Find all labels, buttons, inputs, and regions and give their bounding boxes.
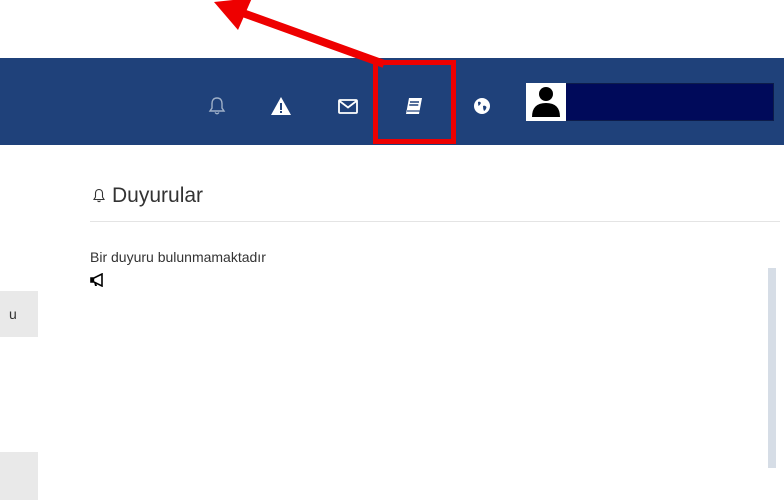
book-icon[interactable] — [403, 95, 425, 117]
warning-icon[interactable] — [270, 95, 292, 117]
announcements-header: Duyurular — [92, 184, 203, 208]
page-title: Duyurular — [112, 184, 204, 207]
empty-message: Bir duyuru bulunmamaktadır — [90, 249, 266, 265]
side-tab-secondary[interactable] — [0, 452, 38, 500]
mail-icon[interactable] — [337, 95, 359, 117]
bell-icon[interactable] — [206, 95, 228, 117]
side-tab[interactable]: u — [0, 291, 38, 337]
megaphone-icon — [90, 272, 106, 292]
scrollbar[interactable] — [768, 268, 776, 468]
user-icon — [532, 87, 560, 117]
globe-icon[interactable] — [471, 95, 493, 117]
bell-outline-icon — [93, 188, 105, 203]
side-tab-label: u — [9, 306, 17, 322]
divider — [90, 221, 780, 222]
avatar[interactable] — [526, 83, 566, 121]
